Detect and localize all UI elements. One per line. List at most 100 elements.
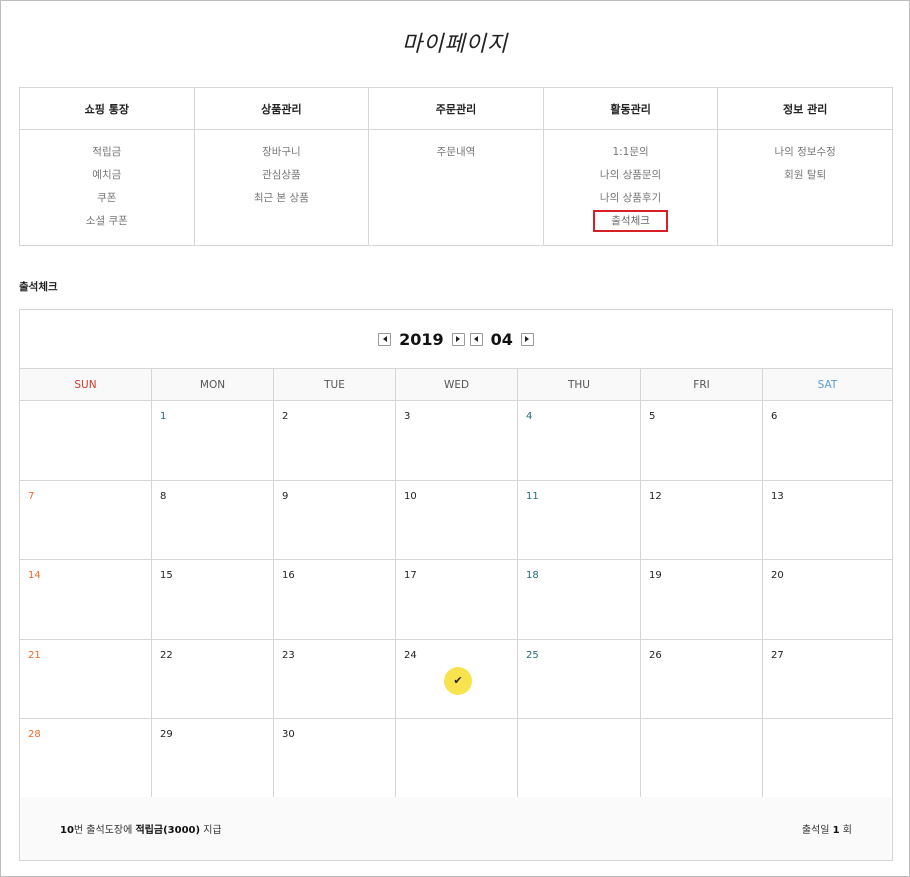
calendar-day-cell (640, 719, 762, 799)
calendar-day-cell[interactable]: 22 (151, 639, 273, 719)
prev-month-button[interactable] (469, 332, 483, 346)
menu-item-product-inquiry[interactable]: 나의 상품문의 (544, 167, 718, 190)
day-number: 3 (404, 411, 411, 422)
calendar-day-cell[interactable]: 10 (395, 480, 517, 560)
calendar-day-cell[interactable]: 25 (517, 639, 640, 719)
day-number: 16 (282, 570, 295, 581)
weekday-header: THU (517, 369, 640, 401)
day-number: 19 (649, 570, 662, 581)
day-number: 10 (404, 490, 417, 502)
calendar-day-cell[interactable]: 3 (395, 401, 517, 481)
day-number: 7 (28, 490, 35, 502)
day-number: 17 (404, 570, 417, 581)
calendar-day-cell[interactable]: 15 (151, 560, 273, 640)
calendar-day-cell[interactable]: 5 (640, 401, 762, 481)
checkmark-icon: ✔ (444, 666, 472, 695)
calendar-day-cell[interactable]: 19 (640, 560, 762, 640)
next-year-button[interactable] (451, 332, 465, 346)
calendar-day-cell[interactable]: 14 (20, 560, 151, 640)
menu-item-wishlist[interactable]: 관심상품 (195, 167, 369, 190)
attendance-calendar: 2019 04 SUN MON TUE WED THU FRI SAT 1234… (19, 309, 893, 861)
calendar-day-cell[interactable]: 8 (151, 480, 273, 560)
calendar-day-cell[interactable]: 2 (273, 401, 395, 481)
menu-item-order-history[interactable]: 주문내역 (369, 144, 543, 167)
day-number: 13 (771, 490, 784, 502)
menu-col-product-management: 상품관리 장바구니 관심상품 최근 본 상품 (193, 88, 369, 245)
calendar-day-cell[interactable]: 24 ✔ (395, 639, 517, 719)
calendar-day-cell (20, 401, 151, 481)
day-number: 26 (649, 649, 662, 661)
page-title: 마이페이지 (401, 32, 509, 57)
calendar-day-cell[interactable]: 18 (517, 560, 640, 640)
calendar-day-cell[interactable]: 21 (20, 640, 151, 719)
weekday-header: SAT (762, 369, 892, 401)
day-number: 5 (649, 411, 656, 422)
calendar-day-cell[interactable]: 20 (762, 560, 892, 640)
prev-year-button[interactable] (378, 332, 392, 346)
calendar-day-cell (395, 719, 517, 799)
day-number: 20 (771, 570, 784, 581)
calendar-day-cell[interactable]: 12 (640, 480, 762, 560)
menu-item-points[interactable]: 적립금 (20, 144, 194, 167)
calendar-nav: 2019 04 (20, 310, 892, 369)
menu-heading: 상품관리 (194, 88, 369, 130)
day-number: 23 (282, 649, 295, 661)
day-number: 22 (160, 649, 173, 661)
menu-item-inquiry[interactable]: 1:1문의 (544, 144, 718, 167)
calendar-day-cell[interactable]: 29 (151, 719, 273, 799)
calendar-day-cell[interactable]: 6 (762, 401, 892, 481)
calendar-month: 04 (490, 329, 513, 349)
day-number: 29 (160, 729, 173, 740)
day-number: 6 (771, 411, 778, 422)
arrow-left-icon (382, 336, 387, 342)
calendar-day-cell (762, 719, 892, 799)
menu-item-withdraw[interactable]: 회원 탈퇴 (718, 167, 892, 190)
day-number: 14 (28, 570, 41, 581)
day-number: 11 (526, 490, 539, 502)
menu-item-recently-viewed[interactable]: 최근 본 상품 (195, 190, 369, 213)
day-number: 2 (282, 411, 289, 422)
calendar-day-cell[interactable]: 23 (273, 639, 395, 719)
calendar-day-cell[interactable]: 27 (762, 639, 892, 719)
calendar-grid: SUN MON TUE WED THU FRI SAT 1 2 3 4 5 6 7 8 9 10 1… (20, 369, 892, 799)
calendar-day-cell[interactable]: 17 (395, 560, 517, 640)
calendar-day-cell[interactable]: 1 (151, 401, 273, 481)
calendar-day-cell[interactable]: 13 (762, 480, 892, 560)
menu-item-social-coupon[interactable]: 소셜 쿠폰 (20, 213, 194, 236)
weekday-header: SUN (20, 369, 151, 401)
menu-col-activity-management: 활동관리 1:1문의 나의 상품문의 나의 상품후기 출석체크 (542, 88, 718, 245)
calendar-day-cell[interactable]: 28 (20, 719, 151, 799)
calendar-day-cell (517, 719, 640, 799)
weekday-header: WED (395, 369, 517, 401)
day-number: 25 (526, 649, 539, 661)
calendar-day-cell[interactable]: 9 (273, 480, 395, 560)
day-number: 15 (160, 570, 173, 581)
menu-item-cart[interactable]: 장바구니 (195, 144, 369, 167)
calendar-day-cell[interactable]: 16 (273, 560, 395, 640)
menu-item-edit-profile[interactable]: 나의 정보수정 (718, 144, 892, 167)
day-number: 18 (526, 570, 539, 581)
menu-item-deposit[interactable]: 예치금 (20, 167, 194, 190)
calendar-day-cell[interactable]: 30 (273, 719, 395, 799)
calendar-day-cell[interactable]: 4 (517, 401, 640, 481)
day-number: 1 (160, 411, 167, 422)
weekday-header: TUE (273, 369, 395, 401)
next-month-button[interactable] (520, 332, 534, 346)
calendar-footer: 10번 출석도장에 적립금(3000) 지급 출석일 1 회 (20, 797, 892, 860)
menu-item-attendance-check[interactable]: 출석체크 (544, 210, 718, 236)
calendar-day-cell[interactable]: 11 (517, 480, 640, 560)
weekday-header: FRI (640, 369, 762, 401)
calendar-day-cell[interactable]: 26 (640, 639, 762, 719)
section-title: 출석체크 (19, 281, 58, 293)
weekday-header: MON (151, 369, 273, 401)
day-number: 9 (282, 490, 289, 502)
reward-info: 10번 출석도장에 적립금(3000) 지급 (60, 825, 222, 836)
menu-item-coupon[interactable]: 쿠폰 (20, 190, 194, 213)
mypage-menu: 쇼핑 통장 적립금 예치금 쿠폰 소셜 쿠폰 상품관리 장바구니 관심상품 최근… (19, 87, 893, 246)
menu-heading: 정보 관리 (718, 88, 892, 130)
day-number: 28 (28, 729, 41, 740)
calendar-day-cell[interactable]: 7 (20, 481, 151, 560)
menu-col-info-management: 정보 관리 나의 정보수정 회원 탈퇴 (717, 88, 892, 245)
calendar-year: 2019 (399, 329, 444, 349)
day-number: 30 (282, 729, 295, 740)
